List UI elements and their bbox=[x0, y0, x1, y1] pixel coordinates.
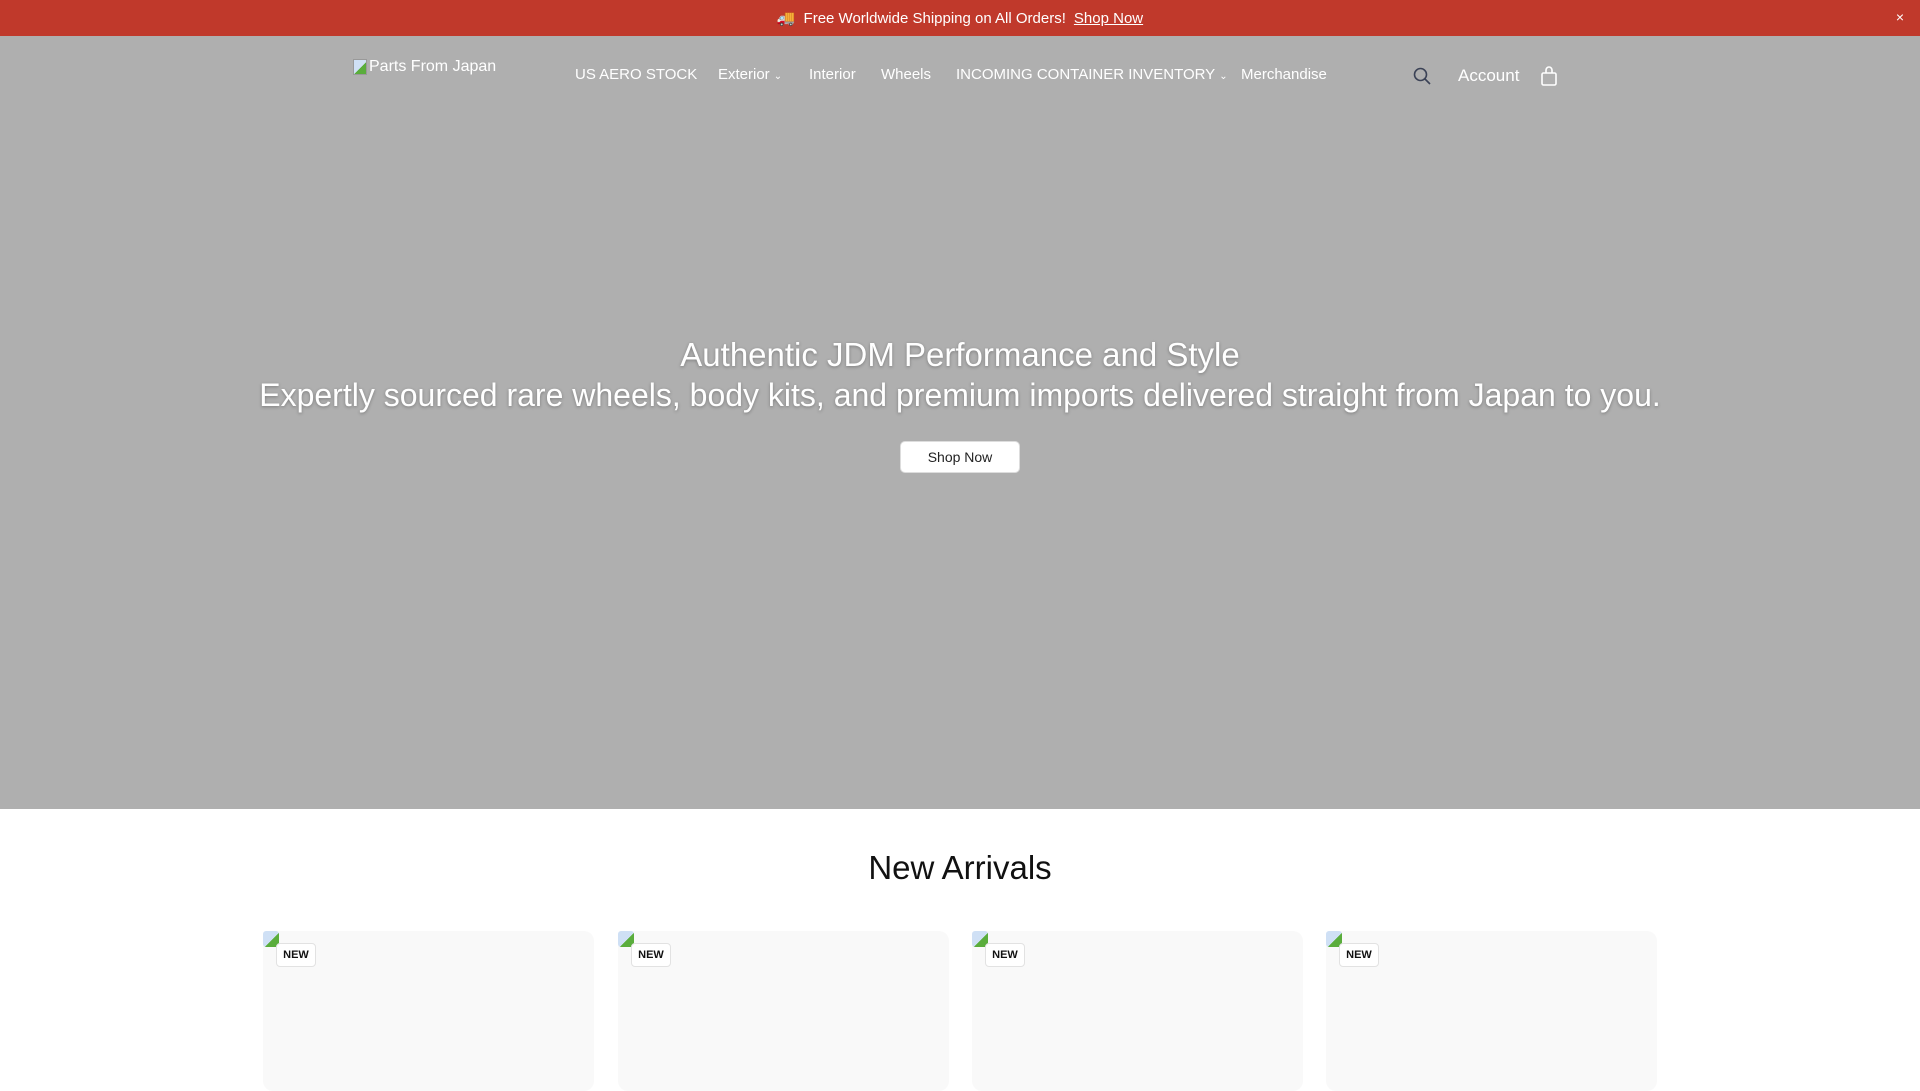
chevron-down-icon: ⌄ bbox=[1219, 71, 1228, 82]
chevron-down-icon: ⌄ bbox=[773, 71, 783, 82]
new-badge: NEW bbox=[985, 943, 1025, 967]
logo[interactable]: Parts From Japan bbox=[353, 58, 496, 76]
new-badge: NEW bbox=[276, 943, 316, 967]
account-link[interactable]: Account bbox=[1458, 66, 1519, 86]
nav-interior[interactable]: Interior bbox=[809, 66, 856, 86]
broken-image-icon bbox=[353, 59, 367, 75]
truck-icon: 🚚 bbox=[776, 10, 796, 27]
nav-label: Merchandise bbox=[1241, 66, 1327, 83]
nav-us-aero-stock[interactable]: US AERO STOCK bbox=[575, 66, 697, 86]
nav-label: US AERO STOCK bbox=[575, 66, 698, 83]
close-icon[interactable]: × bbox=[1896, 9, 1904, 25]
nav-incoming-container-inventory[interactable]: INCOMING CONTAINER INVENTORY ⌄ bbox=[956, 66, 1228, 86]
product-card[interactable]: NEW bbox=[263, 931, 594, 1091]
product-card[interactable]: NEW bbox=[972, 931, 1303, 1091]
new-badge: NEW bbox=[631, 943, 671, 967]
nav-exterior[interactable]: Exterior ⌄ bbox=[718, 66, 782, 86]
nav-label: INCOMING CONTAINER INVENTORY bbox=[956, 66, 1216, 83]
hero-shop-now-button[interactable]: Shop Now bbox=[900, 441, 1020, 473]
announcement-bar: 🚚 Free Worldwide Shipping on All Orders!… bbox=[0, 0, 1920, 36]
new-badge: NEW bbox=[1339, 943, 1379, 967]
product-card[interactable]: NEW bbox=[618, 931, 949, 1091]
search-icon[interactable] bbox=[1410, 64, 1434, 88]
announcement-shop-now-link[interactable]: Shop Now bbox=[1074, 10, 1143, 27]
nav-label: Exterior bbox=[718, 66, 770, 83]
nav-label: Interior bbox=[809, 66, 856, 83]
hero-banner bbox=[0, 36, 1920, 809]
announcement-text: Free Worldwide Shipping on All Orders! bbox=[803, 9, 1066, 27]
new-arrivals-title: New Arrivals bbox=[868, 849, 1052, 886]
hero-subtitle: Expertly sourced rare wheels, body kits,… bbox=[259, 377, 1661, 413]
nav-label: Wheels bbox=[881, 66, 932, 83]
cart-bag-icon[interactable] bbox=[1537, 64, 1561, 88]
nav-wheels[interactable]: Wheels bbox=[881, 66, 931, 86]
hero-title: Authentic JDM Performance and Style bbox=[680, 336, 1240, 373]
nav-merchandise[interactable]: Merchandise bbox=[1241, 66, 1327, 86]
logo-alt-text: Parts From Japan bbox=[369, 58, 497, 75]
product-card[interactable]: NEW bbox=[1326, 931, 1657, 1091]
